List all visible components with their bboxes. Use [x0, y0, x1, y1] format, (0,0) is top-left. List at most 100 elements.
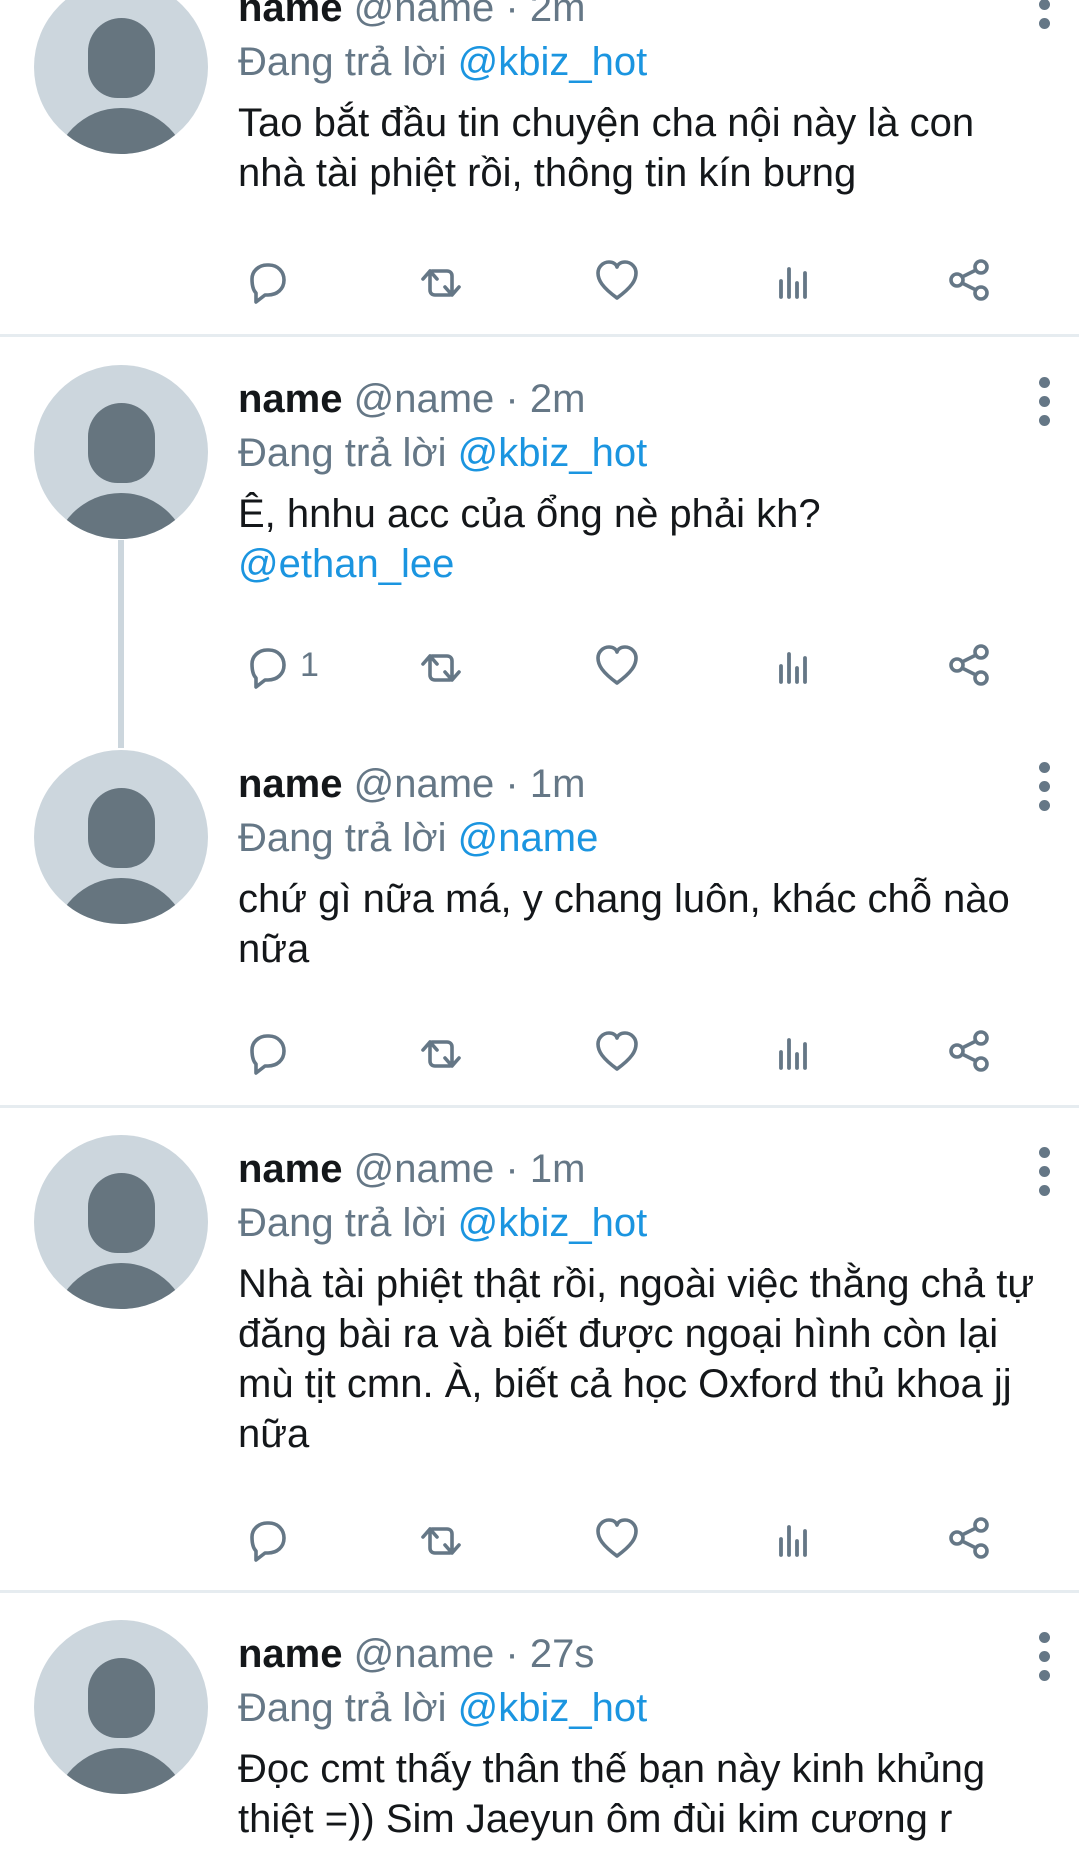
avatar-body [53, 1263, 189, 1309]
heart-icon [596, 645, 638, 685]
tweet-actions [238, 1508, 1038, 1568]
tweet-body: Tao bắt đầu tin chuyện cha nội này là co… [238, 101, 975, 195]
separator-dot: · [505, 1147, 519, 1191]
user-handle[interactable]: @name [354, 1632, 495, 1676]
share-icon [949, 259, 989, 301]
avatar-head [88, 1658, 155, 1738]
like-button[interactable] [590, 1021, 644, 1081]
replying-to-handle[interactable]: @kbiz_hot [458, 431, 648, 475]
share-button[interactable] [942, 1021, 996, 1081]
user-handle[interactable]: @name [354, 0, 495, 30]
reply-button[interactable] [238, 1508, 292, 1568]
tweet-divider [0, 1590, 1079, 1593]
share-button[interactable] [942, 1508, 996, 1568]
tweet-header: name @name · 1m [238, 758, 1038, 810]
tweet-text: chứ gì nữa má, y chang luôn, khác chỗ nà… [238, 874, 1038, 974]
share-icon [949, 1517, 989, 1559]
replying-to: Đang trả lời @name [238, 810, 1038, 866]
like-button[interactable] [590, 250, 644, 310]
retweet-button[interactable] [414, 1508, 468, 1568]
stats-button[interactable] [766, 1021, 820, 1081]
tweet-divider [0, 334, 1079, 337]
tweet-text: Đọc cmt thấy thân thế bạn này kinh khủng… [238, 1744, 1038, 1844]
timestamp[interactable]: 2m [530, 0, 586, 30]
retweet-button[interactable] [414, 250, 468, 310]
reply-button[interactable]: 1 [238, 635, 319, 695]
share-button[interactable] [942, 250, 996, 310]
stats-button[interactable] [766, 635, 820, 695]
avatar[interactable] [34, 365, 208, 539]
display-name[interactable]: name [238, 1632, 343, 1676]
avatar[interactable] [34, 1135, 208, 1309]
reply-icon [250, 648, 286, 689]
retweet-icon [421, 269, 461, 297]
timestamp[interactable]: 2m [530, 377, 586, 421]
separator-dot: · [505, 762, 519, 806]
user-handle[interactable]: @name [354, 1147, 495, 1191]
replying-to: Đang trả lời @kbiz_hot [238, 1680, 1038, 1736]
more-vertical-icon[interactable] [1039, 1632, 1051, 1689]
user-handle[interactable]: @name [354, 762, 495, 806]
like-button[interactable] [590, 635, 644, 695]
share-icon [949, 1030, 989, 1072]
share-button[interactable] [942, 635, 996, 695]
reply-count: 1 [300, 645, 319, 684]
replying-prefix: Đang trả lời [238, 1201, 447, 1245]
more-vertical-icon[interactable] [1039, 1147, 1051, 1204]
stats-button[interactable] [766, 1508, 820, 1568]
tweet-body: Nhà tài phiệt thật rồi, ngoài việc thằng… [238, 1262, 1035, 1456]
avatar-body [53, 493, 189, 539]
retweet-icon [421, 654, 461, 682]
display-name[interactable]: name [238, 0, 343, 30]
display-name[interactable]: name [238, 762, 343, 806]
retweet-button[interactable] [414, 635, 468, 695]
tweet-divider [0, 1105, 1079, 1108]
stats-icon [779, 267, 807, 299]
replying-prefix: Đang trả lời [238, 1686, 447, 1730]
stats-button[interactable] [766, 250, 820, 310]
separator-dot: · [505, 1632, 519, 1676]
replying-to-handle[interactable]: @kbiz_hot [458, 40, 648, 84]
reply-button[interactable] [238, 250, 292, 310]
retweet-icon [421, 1040, 461, 1068]
tweet-actions: 1 [238, 635, 1038, 695]
replying-to: Đang trả lời @kbiz_hot [238, 425, 1038, 481]
avatar-body [53, 1748, 189, 1794]
tweet-header: name @name · 27s [238, 1628, 1038, 1680]
replying-to: Đang trả lời @kbiz_hot [238, 34, 1038, 90]
like-button[interactable] [590, 1508, 644, 1568]
more-vertical-icon[interactable] [1039, 0, 1051, 37]
avatar[interactable] [34, 1620, 208, 1794]
timestamp[interactable]: 27s [530, 1632, 595, 1676]
separator-dot: · [505, 0, 519, 30]
mention-link[interactable]: @ethan_lee [238, 539, 1038, 589]
avatar-head [88, 788, 155, 868]
tweet-header: name @name · 1m [238, 1143, 1038, 1195]
display-name[interactable]: name [238, 377, 343, 421]
reply-icon [250, 1034, 286, 1075]
avatar-head [88, 18, 155, 98]
more-vertical-icon[interactable] [1039, 377, 1051, 434]
display-name[interactable]: name [238, 1147, 343, 1191]
replying-to-handle[interactable]: @kbiz_hot [458, 1201, 648, 1245]
tweet-body: chứ gì nữa má, y chang luôn, khác chỗ nà… [238, 877, 1010, 971]
user-handle[interactable]: @name [354, 377, 495, 421]
avatar-body [53, 108, 189, 154]
timestamp[interactable]: 1m [530, 762, 586, 806]
reply-button[interactable] [238, 1021, 292, 1081]
replying-prefix: Đang trả lời [238, 40, 447, 84]
stats-icon [779, 652, 807, 684]
avatar[interactable] [34, 750, 208, 924]
replying-to-handle[interactable]: @name [458, 816, 599, 860]
more-vertical-icon[interactable] [1039, 762, 1051, 819]
timestamp[interactable]: 1m [530, 1147, 586, 1191]
heart-icon [596, 1518, 638, 1558]
replying-prefix: Đang trả lời [238, 816, 447, 860]
avatar[interactable] [34, 0, 208, 154]
tweet-header: name @name · 2m [238, 0, 1038, 34]
share-icon [949, 644, 989, 686]
reply-icon [250, 1521, 286, 1562]
stats-icon [779, 1525, 807, 1557]
replying-to-handle[interactable]: @kbiz_hot [458, 1686, 648, 1730]
retweet-button[interactable] [414, 1021, 468, 1081]
